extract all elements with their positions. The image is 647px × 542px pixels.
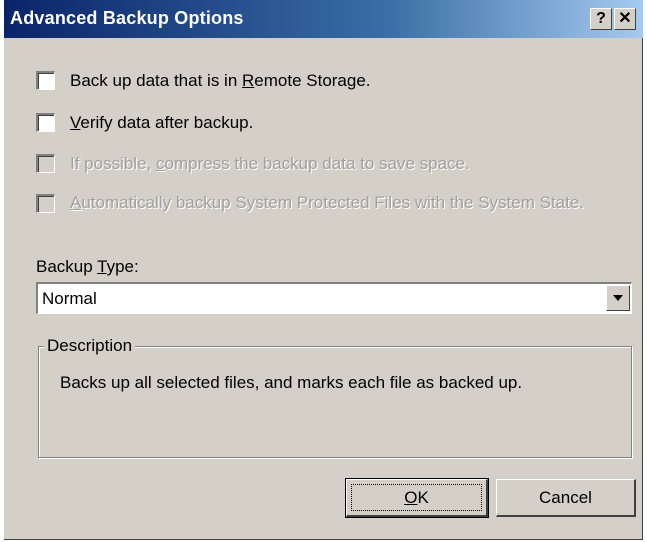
help-button[interactable]: ? [590,8,612,30]
close-button[interactable]: ✕ [614,8,636,30]
remote-storage-option[interactable]: Back up data that is in Remote Storage. [36,69,456,93]
backup-type-select[interactable]: Normal [36,282,632,314]
compress-data-option: If possible, compress the backup data to… [36,152,596,176]
advanced-backup-options-dialog: Advanced Backup Options ? ✕ Back up data… [4,0,643,540]
remote-storage-checkbox[interactable] [36,71,55,90]
backup-type-label: Backup Type: [36,257,139,276]
backup-type-value: Normal [42,289,97,308]
compress-data-checkbox [36,154,55,173]
window-title: Advanced Backup Options [10,8,244,28]
focus-rectangle [351,484,482,511]
dropdown-arrow-button[interactable] [606,285,630,311]
description-text: Backs up all selected files, and marks e… [60,373,523,392]
description-group [38,346,632,458]
remote-storage-label[interactable]: Back up data that is in Remote Storage. [70,69,371,93]
compress-data-label: If possible, compress the backup data to… [70,154,470,173]
chevron-down-icon [613,295,623,301]
title-bar[interactable]: Advanced Backup Options ? ✕ [4,0,643,38]
system-protected-files-option: Automatically backup System Protected Fi… [36,192,636,238]
cancel-button[interactable]: Cancel [496,479,636,517]
system-protected-files-label: Automatically backup System Protected Fi… [70,193,584,212]
verify-data-checkbox[interactable] [36,113,55,132]
system-protected-files-checkbox [36,194,55,213]
ok-button[interactable]: OK [345,478,489,518]
verify-data-label[interactable]: Verify data after backup. [70,111,253,135]
description-group-title: Description [44,334,136,358]
verify-data-option[interactable]: Verify data after backup. [36,111,336,135]
